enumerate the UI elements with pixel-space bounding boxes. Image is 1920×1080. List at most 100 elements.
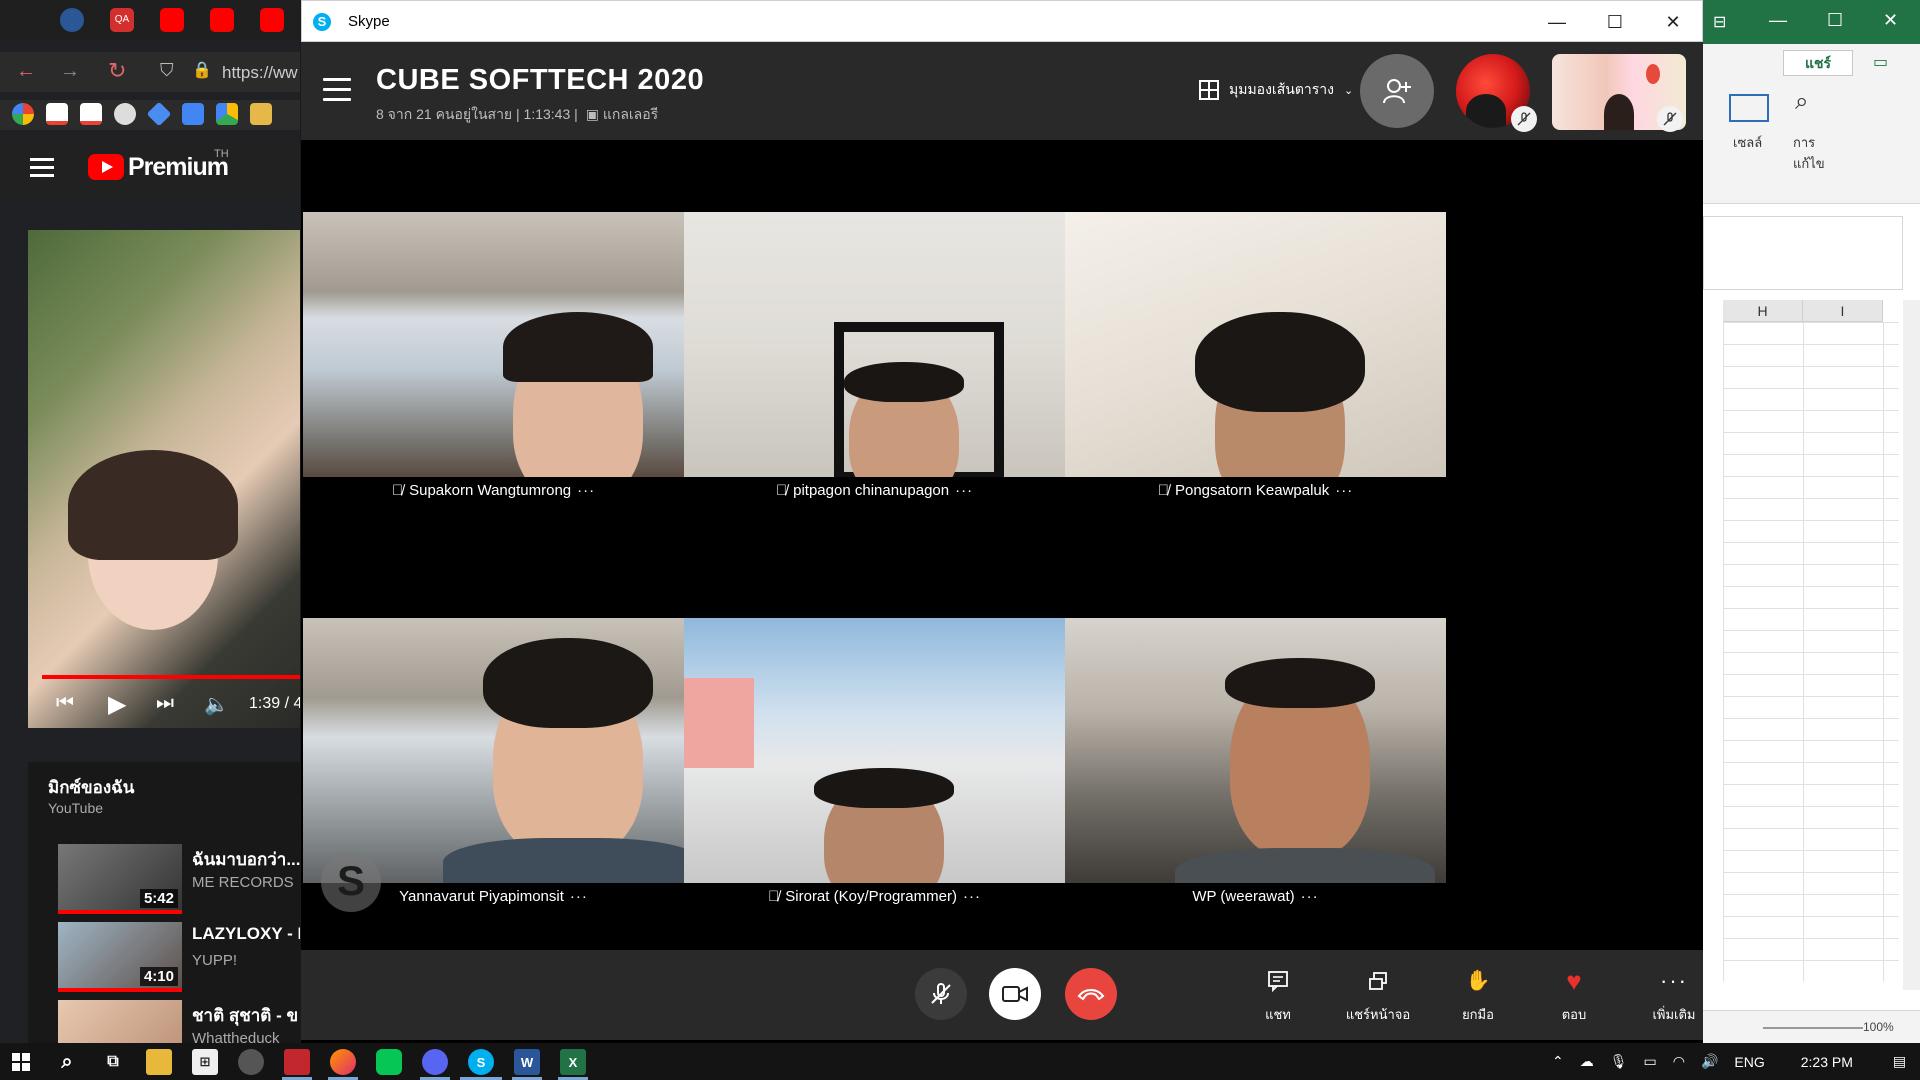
minimize-icon[interactable]: — <box>1769 10 1787 31</box>
google-icon[interactable] <box>12 103 34 125</box>
youtube-logo-icon[interactable] <box>88 154 124 180</box>
find-icon[interactable]: ⌕ <box>1795 88 1808 116</box>
add-participant-button[interactable] <box>1360 54 1434 128</box>
microphone-icon[interactable]: 🎙 <box>1610 1053 1628 1070</box>
formula-bar[interactable] <box>1703 216 1903 290</box>
participant-video-tile[interactable] <box>303 618 684 883</box>
vertical-scrollbar[interactable] <box>1903 300 1920 990</box>
mix-list-item[interactable]: ชาติ สุชาติ - ข Whattheduck <box>58 1000 300 1043</box>
task-view-icon[interactable]: ⧉ <box>100 1049 126 1075</box>
video-progress-bar[interactable] <box>42 675 300 679</box>
mute-button[interactable] <box>915 968 967 1020</box>
reload-icon[interactable]: ↻ <box>108 58 126 84</box>
forward-icon[interactable]: → <box>60 60 80 83</box>
discord-icon[interactable] <box>422 1049 448 1075</box>
menu-icon[interactable] <box>323 78 351 101</box>
gallery-icon[interactable]: ▣ <box>586 106 599 122</box>
participant-label: 🎙̸ Supakorn Wangtumrong ··· <box>303 478 684 502</box>
youtube-video-player[interactable] <box>28 230 300 728</box>
restore-ribbon-icon[interactable]: ⊟ <box>1713 12 1726 32</box>
gmail-icon[interactable] <box>46 103 68 125</box>
youtube-tab-icon[interactable] <box>260 8 284 32</box>
close-icon[interactable]: ✕ <box>1883 10 1898 31</box>
excel-taskbar-icon[interactable]: X <box>560 1049 586 1075</box>
line-icon[interactable] <box>376 1049 402 1075</box>
more-options-icon[interactable]: ··· <box>1335 482 1353 499</box>
language-indicator[interactable]: ENG <box>1734 1054 1764 1070</box>
youtube-tab-icon[interactable] <box>160 8 184 32</box>
participant-video-tile[interactable] <box>684 618 1065 883</box>
battery-icon[interactable]: ▭ <box>1644 1053 1657 1070</box>
participant-name: Yannavarut Piyapimonsit <box>399 887 564 905</box>
photos-icon[interactable] <box>250 103 272 125</box>
minimize-button[interactable]: — <box>1528 1 1586 43</box>
search-icon[interactable]: ⌕ <box>54 1049 80 1075</box>
drive-icon[interactable] <box>216 103 238 125</box>
menu-icon[interactable] <box>30 158 54 177</box>
share-button[interactable]: แชร์ <box>1783 50 1853 76</box>
react-button[interactable]: ♥ ตอบ <box>1529 968 1619 1025</box>
participant-label: 🎙̸ Sirorat (Koy/Programmer) ··· <box>684 884 1065 908</box>
gallery-link[interactable]: แกลเลอรี <box>603 106 658 122</box>
zoom-slider[interactable] <box>1763 1027 1863 1029</box>
previous-icon[interactable]: ⏮ <box>56 692 74 715</box>
onedrive-icon[interactable]: ☁ <box>1580 1053 1594 1070</box>
cells-icon[interactable] <box>1729 94 1769 122</box>
info-icon[interactable] <box>60 8 84 32</box>
chat-button[interactable]: แชท <box>1233 970 1323 1025</box>
participant-video-tile[interactable] <box>303 212 684 477</box>
participant-name: Pongsatorn Keawpaluk <box>1174 481 1330 499</box>
qa-tab-icon[interactable]: QA <box>110 8 134 32</box>
chevron-up-icon[interactable]: ⌃ <box>1552 1053 1564 1070</box>
skype-taskbar-icon[interactable]: S <box>468 1049 494 1075</box>
end-call-button[interactable] <box>1065 968 1117 1020</box>
maximize-button[interactable]: ☐ <box>1586 1 1644 43</box>
excel-ribbon: แชร์ ▭ เซลล์ ⌕ การ แก้ไข <box>1703 44 1920 204</box>
volume-icon[interactable]: 🔊 <box>1701 1053 1718 1070</box>
participant-video-tile[interactable] <box>1065 212 1446 477</box>
maximize-icon[interactable]: ☐ <box>1827 10 1843 31</box>
volume-icon[interactable]: 🔈 <box>204 692 229 717</box>
notifications-icon[interactable]: ▤ <box>1893 1053 1906 1070</box>
xbox-icon[interactable] <box>238 1049 264 1075</box>
share-screen-button[interactable]: แชร์หน้าจอ <box>1333 970 1423 1025</box>
bookmark-icon[interactable] <box>146 101 172 127</box>
word-icon[interactable]: W <box>514 1049 540 1075</box>
youtube-tab-icon[interactable] <box>210 8 234 32</box>
clock[interactable]: 2:23 PM <box>1801 1054 1853 1070</box>
more-options-icon[interactable]: ··· <box>955 482 973 499</box>
more-button[interactable]: ··· เพิ่มเติม <box>1629 970 1719 1025</box>
participant-video-tile[interactable] <box>1065 618 1446 883</box>
firefox-icon[interactable] <box>330 1049 356 1075</box>
next-icon[interactable]: ⏭ <box>156 692 174 715</box>
worksheet-grid[interactable] <box>1723 322 1899 982</box>
github-icon[interactable] <box>114 103 136 125</box>
store-icon[interactable]: ⊞ <box>192 1049 218 1075</box>
video-channel: YUPP! <box>192 952 238 969</box>
raise-hand-button[interactable]: ✋ ยกมือ <box>1433 970 1523 1025</box>
windows-start-icon[interactable] <box>8 1049 34 1075</box>
more-options-icon[interactable]: ··· <box>1301 888 1319 905</box>
gmail-icon[interactable] <box>80 103 102 125</box>
comment-icon[interactable]: ▭ <box>1873 52 1888 72</box>
url-field[interactable]: https://ww <box>222 63 298 83</box>
column-header-i[interactable]: I <box>1803 300 1883 322</box>
close-button[interactable]: ✕ <box>1644 1 1702 43</box>
file-explorer-icon[interactable] <box>146 1049 172 1075</box>
wifi-icon[interactable]: ◠ <box>1673 1053 1685 1070</box>
column-header-h[interactable]: H <box>1723 300 1803 322</box>
mix-list-item[interactable]: 4:10 LAZYLOXY - I YUPP! <box>58 922 300 998</box>
video-controls: ⏮ ▶ ⏭ 🔈 1:39 / 4 <box>42 690 300 720</box>
mix-list-item[interactable]: 5:42 ฉันมาบอกว่า... ME RECORDS <box>58 844 300 920</box>
back-icon[interactable]: ← <box>16 60 36 83</box>
more-options-icon[interactable]: ··· <box>577 482 595 499</box>
translate-icon[interactable] <box>182 103 204 125</box>
more-options-icon[interactable]: ··· <box>570 888 588 905</box>
more-options-icon[interactable]: ··· <box>963 888 981 905</box>
play-icon[interactable]: ▶ <box>108 690 126 719</box>
game-app-icon[interactable] <box>284 1049 310 1075</box>
view-mode-selector[interactable]: มุมมองเส้นตาราง ⌄ <box>1199 79 1353 101</box>
video-toggle-button[interactable] <box>989 968 1041 1020</box>
participant-video-tile[interactable] <box>684 212 1065 477</box>
close-icon: ✕ <box>1665 11 1681 32</box>
